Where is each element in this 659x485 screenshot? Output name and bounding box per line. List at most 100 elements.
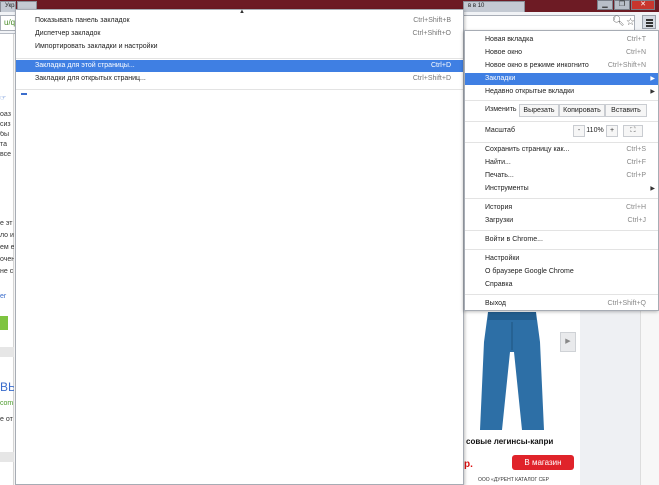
ad-title[interactable]: совые легинсы-капри (466, 437, 553, 446)
menu-item-sign-in[interactable]: Войти в Chrome... (465, 234, 658, 246)
bookmark-star-icon[interactable]: ☆ (626, 17, 635, 28)
chrome-main-menu: Новая вкладка Ctrl+T Новое окно Ctrl+N Н… (464, 30, 659, 311)
menu-item-label: Импортировать закладки и настройки (35, 43, 158, 50)
cut-button[interactable]: Вырезать (519, 104, 559, 117)
menu-separator (465, 230, 658, 231)
menu-item-shortcut: Ctrl+S (626, 146, 646, 153)
menu-item-shortcut: Ctrl+H (625, 204, 646, 211)
page-text: ло и (0, 232, 14, 239)
menu-item-label: Закладки (485, 75, 516, 82)
menu-separator (16, 89, 463, 90)
fullscreen-icon[interactable]: ⛶ (623, 125, 643, 137)
window-controls: ▁ ❐ ✕ (597, 0, 655, 11)
menu-item-shortcut: Ctrl+D (430, 62, 451, 69)
menu-item-recent-tabs[interactable]: Недавно открытые вкладки ▶ (465, 86, 658, 98)
menu-separator (465, 294, 658, 295)
menu-item-shortcut: Ctrl+J (627, 217, 646, 224)
page-text: сиз (0, 121, 11, 128)
menu-item-incognito-window[interactable]: Новое окно в режиме инкогнито Ctrl+Shift… (465, 60, 658, 72)
menu-item-label: Загрузки (485, 217, 514, 224)
menu-item-label: Диспетчер закладок (35, 30, 101, 37)
browser-tab[interactable]: в в 10 (463, 1, 525, 12)
submenu-arrow-icon: ▶ (650, 76, 655, 82)
edit-label: Изменить (485, 106, 517, 113)
menu-item-about-chrome[interactable]: О браузере Google Chrome (465, 266, 658, 278)
menu-item-import-bookmarks[interactable]: Импортировать закладки и настройки (16, 41, 463, 53)
menu-item-label: Найти... (485, 159, 511, 166)
menu-item-label: Новая вкладка (485, 36, 534, 43)
menu-item-bookmark-open-pages[interactable]: Закладки для открытых страниц... Ctrl+Sh… (16, 73, 463, 85)
zoom-row: Масштаб - 110% + ⛶ (465, 125, 658, 139)
menu-item-label: Недавно открытые вкладки (485, 88, 575, 95)
menu-item-label: Сохранить страницу как... (485, 146, 570, 153)
menu-separator (16, 58, 463, 59)
zoom-icon[interactable]: 🔍︎ (612, 16, 625, 27)
zoom-in-button[interactable]: + (606, 125, 618, 137)
ad-next-arrow[interactable]: ▶ (560, 332, 576, 352)
menu-item-new-tab[interactable]: Новая вкладка Ctrl+T (465, 34, 658, 46)
zoom-label: Масштаб (485, 127, 515, 134)
page-green-button[interactable] (0, 316, 8, 330)
edit-row: Изменить Вырезать Копировать Вставить (465, 104, 658, 118)
page-text: не с (0, 268, 14, 275)
menu-item-shortcut: Ctrl+Shift+D (412, 75, 451, 82)
menu-item-shortcut: Ctrl+Shift+B (413, 17, 451, 24)
menu-item-shortcut: Ctrl+F (626, 159, 646, 166)
menu-item-shortcut: Ctrl+Shift+N (607, 62, 646, 69)
menu-item-downloads[interactable]: Загрузки Ctrl+J (465, 215, 658, 227)
menu-item-label: Справка (485, 281, 513, 288)
menu-item-exit[interactable]: Выход Ctrl+Shift+Q (465, 298, 658, 310)
menu-item-label: Закладки для открытых страниц... (35, 75, 146, 82)
chrome-menu-icon[interactable] (642, 15, 656, 29)
maximize-button[interactable]: ❐ (614, 0, 630, 10)
menu-item-show-bookmarks-bar[interactable]: Показывать панель закладок Ctrl+Shift+B (16, 15, 463, 27)
zoom-value: 110% (586, 127, 604, 134)
submenu-arrow-icon: ▶ (650, 186, 655, 192)
page-text: бы (0, 131, 10, 138)
page-divider (0, 347, 14, 357)
page-text: все (0, 151, 12, 158)
page-heading[interactable]: ВЫ (0, 380, 14, 394)
menu-separator (465, 121, 658, 122)
menu-item-bookmark-this-page[interactable]: Закладка для этой страницы... Ctrl+D (16, 60, 463, 72)
ad-shop-button[interactable]: В магазин (512, 455, 574, 470)
browser-tab[interactable]: Укра (0, 1, 16, 12)
page-text: та (0, 141, 8, 148)
menu-item-bookmark-manager[interactable]: Диспетчер закладок Ctrl+Shift+O (16, 28, 463, 40)
menu-item-label: Настройки (485, 255, 520, 262)
menu-item-help[interactable]: Справка (465, 279, 658, 291)
zoom-out-button[interactable]: - (573, 125, 585, 137)
menu-item-shortcut: Ctrl+Shift+O (412, 30, 451, 37)
menu-item-history[interactable]: История Ctrl+H (465, 202, 658, 214)
menu-item-label: Печать... (485, 172, 514, 179)
page-text: очен (0, 256, 14, 263)
menu-item-label: Новое окно в режиме инкогнито (485, 62, 589, 69)
page-link[interactable]: er (0, 293, 14, 300)
paste-button[interactable]: Вставить (605, 104, 647, 117)
page-text: ☞ (0, 95, 7, 102)
page-left-column: ☞ оаз сиз бы та все е эт ло и ем е очен … (0, 34, 14, 485)
menu-item-label: Выход (485, 300, 506, 307)
menu-item-label: Войти в Chrome... (485, 236, 543, 243)
menu-item-print[interactable]: Печать... Ctrl+P (465, 170, 658, 182)
menu-item-label: Показывать панель закладок (35, 17, 130, 24)
bookmarks-submenu: ▲ Показывать панель закладок Ctrl+Shift+… (15, 9, 464, 485)
minimize-button[interactable]: ▁ (597, 0, 613, 10)
menu-item-tools[interactable]: Инструменты ▶ (465, 183, 658, 195)
menu-item-settings[interactable]: Настройки (465, 253, 658, 265)
menu-item-bookmarks[interactable]: Закладки ▶ (465, 73, 658, 85)
menu-separator (465, 100, 658, 101)
leggings-image[interactable] (474, 312, 550, 432)
menu-item-label: О браузере Google Chrome (485, 268, 574, 275)
menu-item-find[interactable]: Найти... Ctrl+F (465, 157, 658, 169)
menu-item-new-window[interactable]: Новое окно Ctrl+N (465, 47, 658, 59)
menu-separator (465, 249, 658, 250)
page-text: е эт (0, 220, 13, 227)
close-button[interactable]: ✕ (631, 0, 655, 10)
ad-price: р. (464, 459, 473, 470)
copy-button[interactable]: Копировать (559, 104, 605, 117)
page-link[interactable]: com (0, 400, 14, 407)
menu-separator (465, 142, 658, 143)
menu-item-save-page[interactable]: Сохранить страницу как... Ctrl+S (465, 144, 658, 156)
page-text: е от (0, 416, 13, 423)
